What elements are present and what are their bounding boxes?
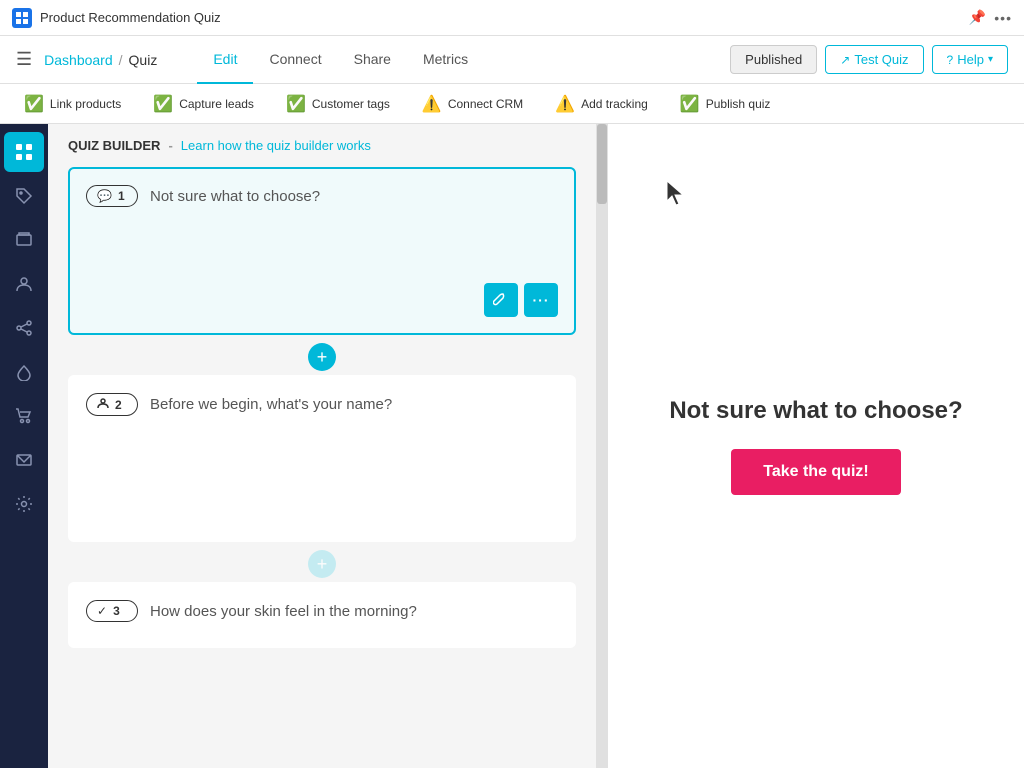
help-icon: ? — [947, 53, 954, 67]
sidebar-item-gear[interactable] — [4, 484, 44, 524]
question-card-3[interactable]: ✓ 3 How does your skin feel in the morni… — [68, 582, 576, 648]
question-actions-1: ··· — [86, 283, 558, 317]
published-button[interactable]: Published — [730, 45, 817, 74]
sidebar-item-cart[interactable] — [4, 396, 44, 436]
question-card-2[interactable]: 2 Before we begin, what's your name? — [68, 375, 576, 542]
status-capture-leads[interactable]: ✅ Capture leads — [153, 94, 254, 114]
add-question-button-2[interactable]: + — [308, 550, 336, 578]
question-header-3: ✓ 3 How does your skin feel in the morni… — [86, 600, 558, 622]
test-quiz-button[interactable]: ↗ Test Quiz — [825, 45, 923, 74]
sidebar-item-share[interactable] — [4, 308, 44, 348]
question-badge-1: 💬 1 — [86, 185, 138, 207]
add-question-button-1[interactable]: + — [308, 343, 336, 371]
app-title: Product Recommendation Quiz — [40, 10, 221, 25]
tab-metrics[interactable]: Metrics — [407, 36, 484, 84]
sidebar — [0, 124, 48, 768]
title-bar: Product Recommendation Quiz 📌 ••• — [0, 0, 1024, 36]
chevron-down-icon: ▾ — [988, 54, 993, 65]
status-customer-tags[interactable]: ✅ Customer tags — [286, 94, 390, 114]
preview-panel: Not sure what to choose? Take the quiz! — [608, 124, 1024, 768]
main-layout: QUIZ BUILDER - Learn how the quiz builde… — [0, 124, 1024, 768]
question-header-1: 💬 1 Not sure what to choose? — [86, 185, 558, 207]
help-button[interactable]: ? Help ▾ — [932, 45, 1008, 74]
breadcrumb-quiz: Quiz — [129, 52, 158, 68]
check-icon: ✅ — [24, 94, 44, 114]
nav-tabs: Edit Connect Share Metrics — [197, 36, 484, 84]
warning-icon: ⚠️ — [555, 94, 575, 114]
question-card-1[interactable]: 💬 1 Not sure what to choose? — [68, 167, 576, 335]
more-button[interactable]: ••• — [994, 10, 1012, 26]
sidebar-item-mail[interactable] — [4, 440, 44, 480]
check-icon: ✓ — [97, 604, 107, 618]
cursor-icon — [663, 179, 687, 212]
question-text-3: How does your skin feel in the morning? — [150, 603, 417, 620]
warning-icon: ⚠️ — [422, 94, 442, 114]
preview-title: Not sure what to choose? — [669, 397, 962, 425]
preview-content: Not sure what to choose? Take the quiz! — [629, 357, 1002, 535]
sidebar-item-drop[interactable] — [4, 352, 44, 392]
quiz-panel-scroll[interactable]: 💬 1 Not sure what to choose? — [48, 167, 596, 768]
menu-icon[interactable]: ☰ — [16, 49, 32, 70]
wrench-button[interactable] — [484, 283, 518, 317]
quiz-builder-header: QUIZ BUILDER - Learn how the quiz builde… — [48, 124, 596, 167]
status-link-products[interactable]: ✅ Link products — [24, 94, 121, 114]
add-between-2-3: + — [68, 550, 576, 578]
breadcrumb: Dashboard / Quiz — [44, 52, 157, 68]
quiz-builder-title: QUIZ BUILDER — [68, 138, 160, 153]
more-options-button[interactable]: ··· — [524, 283, 558, 317]
tab-share[interactable]: Share — [338, 36, 407, 84]
quiz-builder-panel: QUIZ BUILDER - Learn how the quiz builde… — [48, 124, 596, 768]
status-bar: ✅ Link products ✅ Capture leads ✅ Custom… — [0, 84, 1024, 124]
app-icon — [12, 8, 32, 28]
status-publish-quiz[interactable]: ✅ Publish quiz — [680, 94, 771, 114]
sidebar-item-layers[interactable] — [4, 220, 44, 260]
user-icon — [97, 397, 109, 412]
question-badge-2: 2 — [86, 393, 138, 416]
check-icon: ✅ — [286, 94, 306, 114]
pin-icon[interactable]: 📌 — [969, 9, 986, 26]
sidebar-item-tag[interactable] — [4, 176, 44, 216]
tab-connect[interactable]: Connect — [253, 36, 337, 84]
tab-edit[interactable]: Edit — [197, 36, 253, 84]
sidebar-item-user[interactable] — [4, 264, 44, 304]
quiz-builder-help-link[interactable]: Learn how the quiz builder works — [181, 138, 371, 153]
question-header-2: 2 Before we begin, what's your name? — [86, 393, 558, 416]
external-link-icon: ↗ — [840, 53, 850, 67]
sidebar-item-grid[interactable] — [4, 132, 44, 172]
check-icon: ✅ — [680, 94, 700, 114]
question-badge-3: ✓ 3 — [86, 600, 138, 622]
scroll-strip[interactable] — [596, 124, 608, 768]
check-icon: ✅ — [153, 94, 173, 114]
scroll-thumb — [597, 124, 607, 204]
status-add-tracking[interactable]: ⚠️ Add tracking — [555, 94, 648, 114]
nav-actions: Published ↗ Test Quiz ? Help ▾ — [730, 45, 1008, 74]
breadcrumb-dashboard[interactable]: Dashboard — [44, 52, 113, 68]
question-text-2: Before we begin, what's your name? — [150, 396, 392, 413]
chat-icon: 💬 — [97, 189, 112, 203]
breadcrumb-separator: / — [119, 52, 123, 68]
question-text-1: Not sure what to choose? — [150, 188, 320, 205]
take-quiz-button[interactable]: Take the quiz! — [731, 449, 901, 495]
content-area: QUIZ BUILDER - Learn how the quiz builde… — [48, 124, 1024, 768]
status-connect-crm[interactable]: ⚠️ Connect CRM — [422, 94, 523, 114]
add-between-1-2: + — [68, 343, 576, 371]
nav-bar: ☰ Dashboard / Quiz Edit Connect Share Me… — [0, 36, 1024, 84]
